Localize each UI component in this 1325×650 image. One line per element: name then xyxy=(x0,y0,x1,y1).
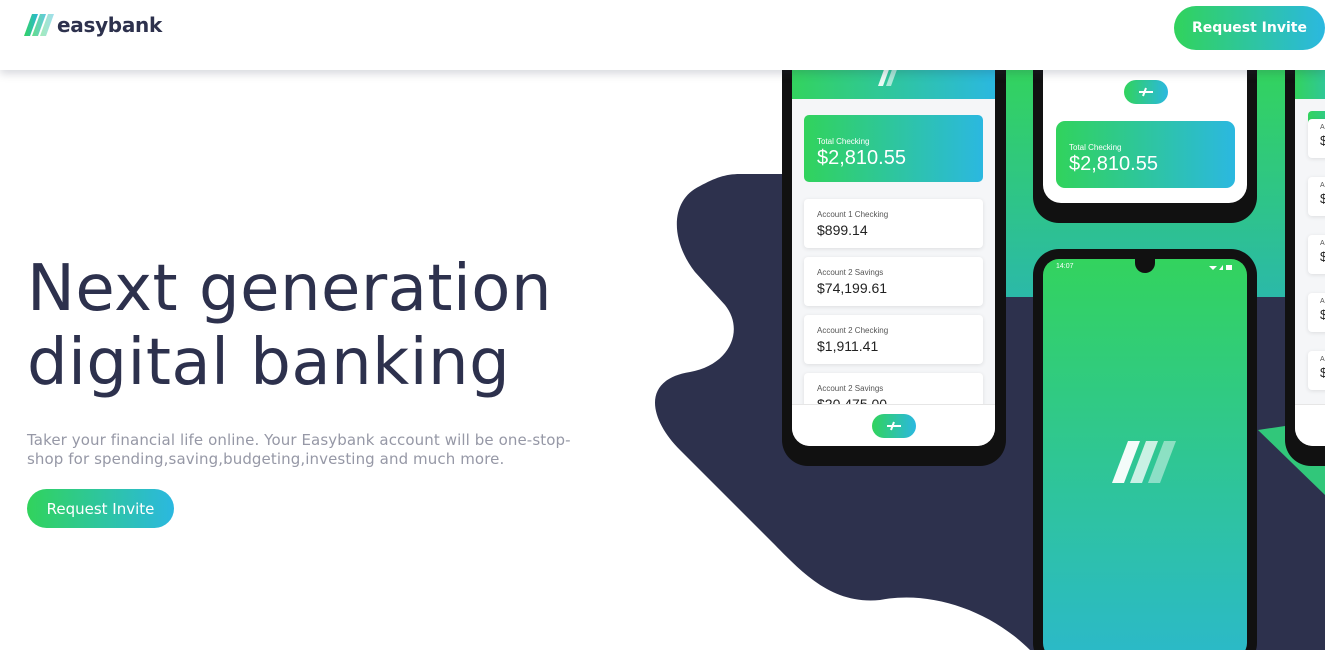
account-label: A xyxy=(1320,298,1325,305)
status-bar-time: 14:07 xyxy=(1056,263,1074,270)
account-amount: $ xyxy=(1320,365,1325,380)
phone-left: Total Checking $2,810.55 Account 1 Check… xyxy=(782,40,1006,466)
total-checking-amount: $2,810.55 xyxy=(1069,153,1158,175)
total-checking-label: Total Checking xyxy=(1069,143,1122,152)
account-row: A $ xyxy=(1308,351,1325,390)
account-amount: $74,199.61 xyxy=(817,280,888,296)
easybank-logo[interactable]: easybank xyxy=(24,12,162,38)
account-amount: $899.14 xyxy=(817,222,868,238)
phone-right: A $ A $ A $ A $ A $ xyxy=(1285,40,1325,466)
account-row: Account 1 Checking $899.14 xyxy=(804,199,983,248)
site-header: easybank Request Invite xyxy=(0,0,1325,70)
total-checking-label: Total Checking xyxy=(817,137,870,146)
camera-notch xyxy=(1135,259,1155,273)
total-checking-card: Total Checking $2,810.55 xyxy=(804,115,983,182)
account-label: Account 2 Checking xyxy=(817,326,889,335)
splash-logo-icon xyxy=(1112,441,1176,483)
hero-illustration: Total Checking $2,810.55 Account 1 Check… xyxy=(0,0,1325,650)
account-amount: $1,911.41 xyxy=(817,338,879,354)
transfer-button xyxy=(872,414,916,438)
account-label: Account 2 Savings xyxy=(817,268,884,277)
transfer-icon xyxy=(887,421,901,431)
account-row: Account 2 Savings $74,199.61 xyxy=(804,257,983,306)
phone-bottom-bar xyxy=(792,404,995,446)
account-amount: $ xyxy=(1320,249,1325,264)
account-label: Account 1 Checking xyxy=(817,210,889,219)
account-amount: $ xyxy=(1320,307,1325,322)
total-checking-amount: $2,810.55 xyxy=(817,147,906,169)
account-label: A xyxy=(1320,240,1325,247)
total-checking-card: Total Checking $2,810.55 xyxy=(1056,121,1235,188)
account-row: A $ xyxy=(1308,293,1325,332)
transfer-icon xyxy=(1139,87,1153,97)
account-amount: $ xyxy=(1320,191,1325,206)
account-amount: $ xyxy=(1320,133,1325,148)
logo-mark-icon xyxy=(24,14,54,36)
header-request-invite-button[interactable]: Request Invite xyxy=(1174,6,1325,50)
status-icons xyxy=(1209,265,1232,270)
account-row: A $ xyxy=(1308,235,1325,274)
account-row: A $ xyxy=(1308,177,1325,216)
account-row: A $ xyxy=(1308,119,1325,158)
logo-wordmark: easybank xyxy=(57,13,162,37)
phone-bottom-bar xyxy=(1295,404,1325,446)
account-label: Account 2 Savings xyxy=(817,384,884,393)
account-label: A xyxy=(1320,182,1325,189)
account-row: Account 2 Checking $1,911.41 xyxy=(804,315,983,364)
account-label: A xyxy=(1320,356,1325,363)
phone-middle-bottom: 14:07 xyxy=(1033,249,1257,650)
transfer-button xyxy=(1124,80,1168,104)
account-label: A xyxy=(1320,124,1325,131)
